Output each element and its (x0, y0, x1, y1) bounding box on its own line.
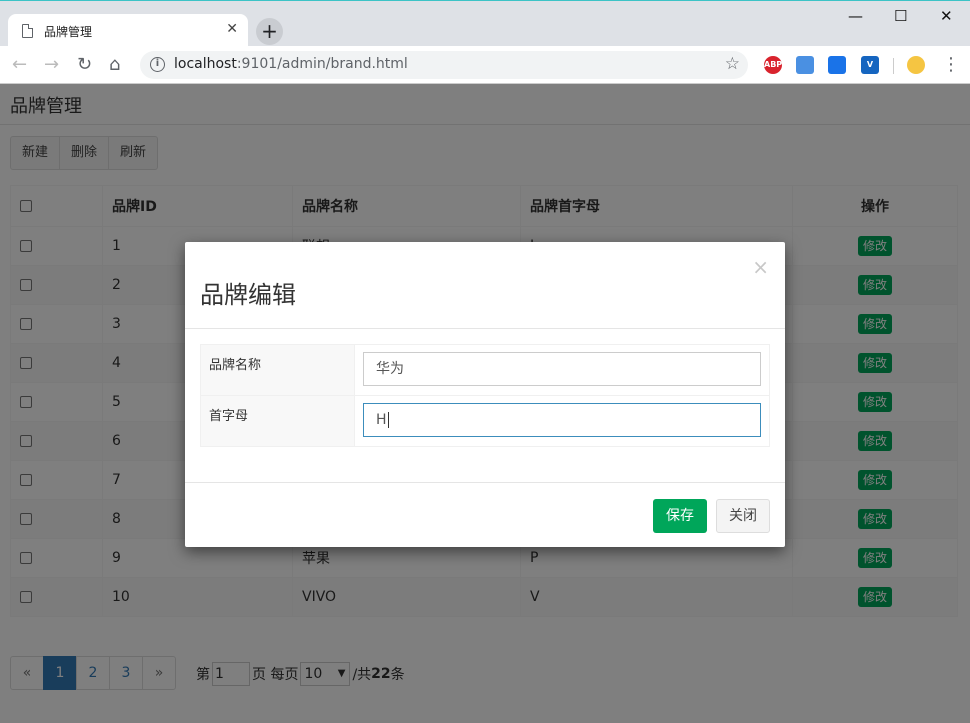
first-letter-label: 首字母 (200, 395, 355, 447)
maximize-icon[interactable]: ☐ (894, 7, 907, 25)
tab-close-icon[interactable]: ✕ (226, 21, 238, 37)
new-tab-button[interactable]: + (256, 18, 283, 45)
modal-footer: 保存 关闭 (185, 482, 785, 547)
browser-tab-strip: 品牌管理 ✕ + — ☐ ✕ (0, 0, 970, 47)
bookmark-star-icon[interactable]: ☆ (725, 54, 740, 74)
brand-form: 品牌名称 华为 首字母 H (200, 344, 770, 447)
first-letter-input[interactable]: H (363, 403, 761, 437)
brand-name-input[interactable]: 华为 (363, 352, 761, 386)
url-text: localhost:9101/admin/brand.html (174, 56, 408, 72)
minimize-icon[interactable]: — (848, 7, 863, 25)
browser-toolbar: ← → ↻ ⌂ i localhost:9101/admin/brand.htm… (0, 46, 970, 84)
adblock-plus-icon[interactable]: ABP (764, 56, 782, 74)
page-icon (22, 24, 33, 38)
browser-tab[interactable]: 品牌管理 ✕ (8, 14, 248, 47)
form-row-name: 品牌名称 华为 (200, 344, 770, 396)
close-button[interactable]: 关闭 (716, 499, 770, 533)
extension-edit-icon[interactable] (828, 56, 846, 74)
weather-extension-icon[interactable] (907, 56, 925, 74)
form-row-letter: 首字母 H (200, 395, 770, 447)
home-icon[interactable]: ⌂ (109, 54, 120, 75)
save-button[interactable]: 保存 (653, 499, 707, 533)
back-icon[interactable]: ← (12, 54, 27, 75)
brand-name-cell: 华为 (354, 344, 770, 396)
modal-header: 品牌编辑 × (185, 242, 785, 329)
address-bar[interactable]: i localhost:9101/admin/brand.html ☆ (140, 51, 748, 79)
toolbar-divider (893, 58, 894, 74)
site-info-icon[interactable]: i (150, 57, 165, 72)
first-letter-cell: H (354, 395, 770, 447)
modal-close-icon[interactable]: × (752, 255, 769, 279)
window-close-icon[interactable]: ✕ (940, 7, 953, 25)
tab-title: 品牌管理 (44, 25, 93, 39)
brand-edit-dialog: 品牌编辑 × 品牌名称 华为 首字母 H 保存 关闭 (185, 242, 785, 547)
extension-diamond-icon[interactable] (796, 56, 814, 74)
brand-name-label: 品牌名称 (200, 344, 355, 396)
extension-v-icon[interactable]: V (861, 56, 879, 74)
reload-icon[interactable]: ↻ (77, 54, 92, 75)
forward-icon[interactable]: → (44, 54, 59, 75)
modal-title: 品牌编辑 (200, 281, 296, 309)
text-cursor (387, 412, 389, 428)
browser-menu-icon[interactable]: ⋮ (942, 54, 960, 75)
